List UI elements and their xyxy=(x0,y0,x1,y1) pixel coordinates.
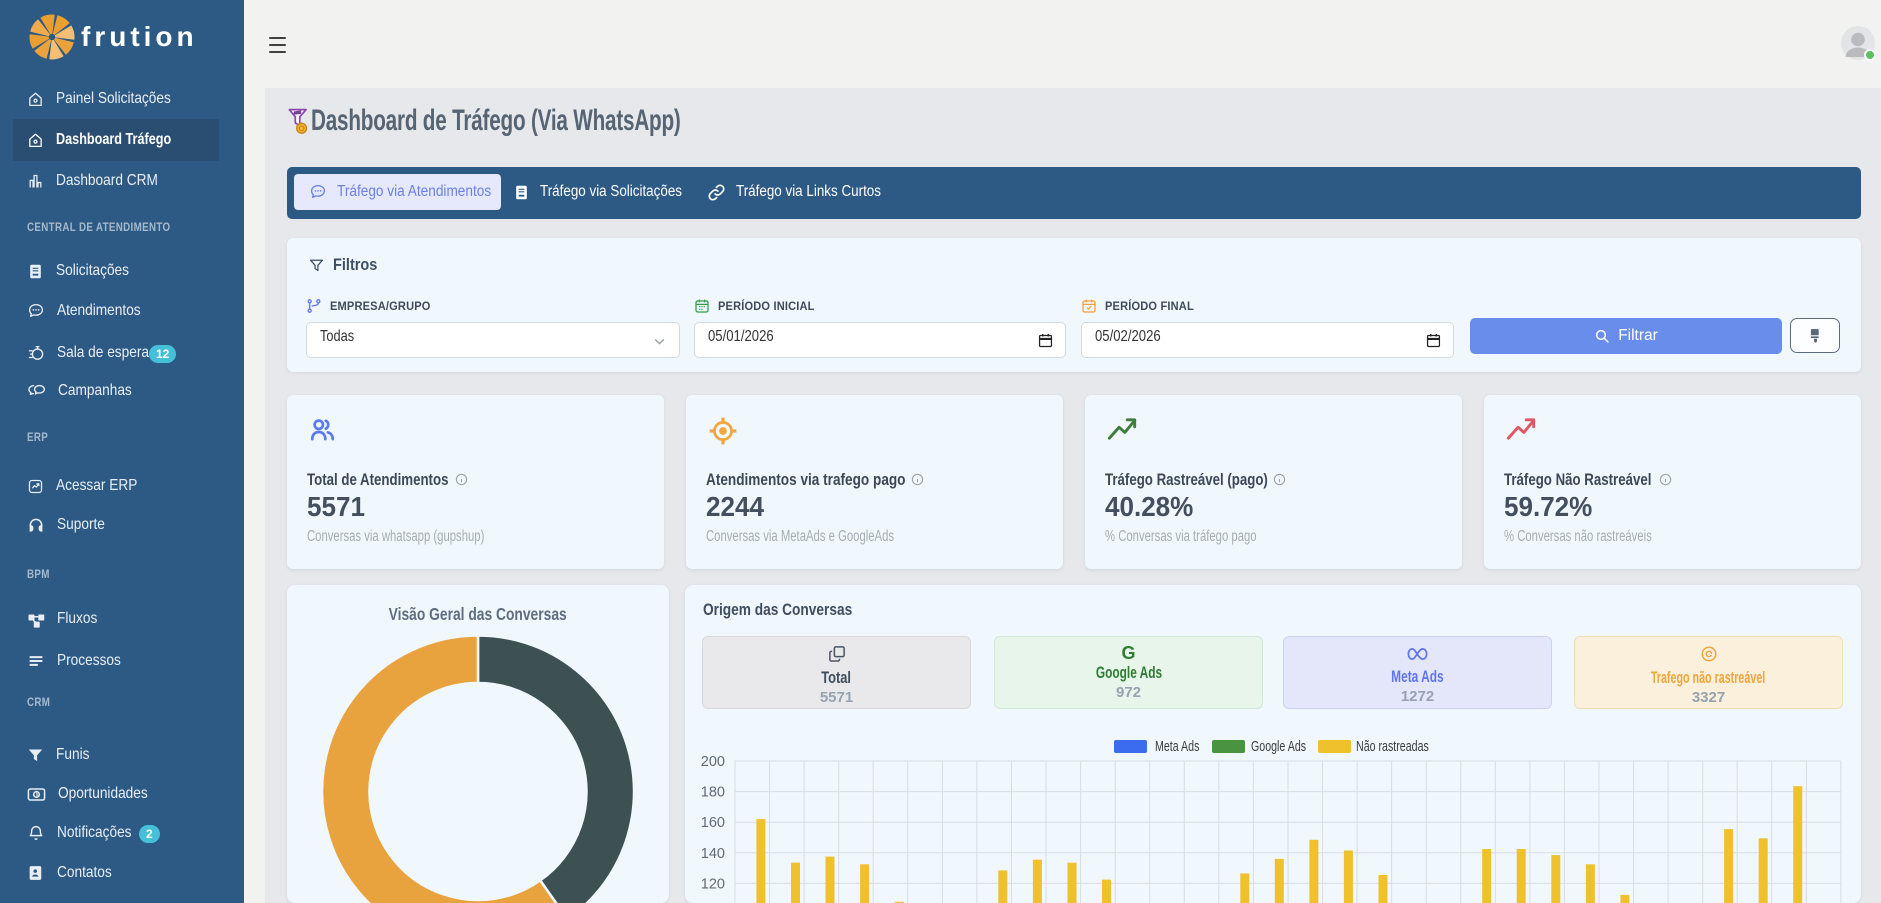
svg-text:120: 120 xyxy=(701,876,725,892)
svg-text:180: 180 xyxy=(701,785,725,801)
svg-text:200: 200 xyxy=(701,754,725,770)
svg-text:140: 140 xyxy=(701,846,725,862)
svg-text:160: 160 xyxy=(701,815,725,831)
